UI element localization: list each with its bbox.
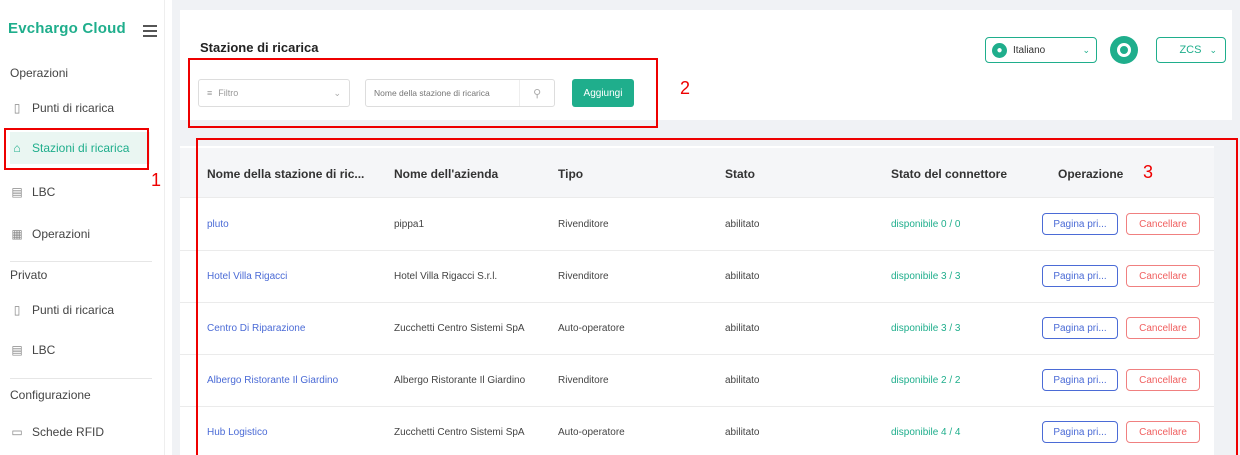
chevron-down-icon: ⌄ [1209,44,1217,55]
annotation-box-2 [188,58,658,128]
charger-icon: ▯ [13,303,21,317]
annotation-number-3: 3 [1143,162,1154,182]
divider [10,378,152,379]
sidebar-item-private-punti-di-ricarica[interactable]: ▯ Punti di ricarica [10,294,150,326]
user-value: ZCS [1179,44,1202,56]
sidebar-item-label: LBC [32,343,56,357]
globe-icon: ● [992,42,1007,58]
chevron-down-icon: ⌄ [1082,44,1090,55]
charger-icon: ▯ [13,101,21,115]
section-configurazione: Configurazione [10,388,91,402]
user-select[interactable]: ZCS ⌄ [1156,37,1226,63]
sidebar-item-operazioni[interactable]: ▦ Operazioni [10,218,150,250]
sidebar-item-label: Punti di ricarica [32,101,115,115]
avatar[interactable] [1110,36,1138,64]
lbc-icon: ▤ [11,185,23,199]
lbc-icon: ▤ [11,343,23,357]
sidebar-item-punti-di-ricarica[interactable]: ▯ Punti di ricarica [10,92,150,124]
sidebar-item-label: LBC [32,185,56,199]
sidebar-item-label: Schede RFID [32,425,105,439]
sidebar-item-private-lbc[interactable]: ▤ LBC [10,334,150,366]
sidebar-item-label: Punti di ricarica [32,303,115,317]
annotation-number-1: 1 [151,170,162,190]
card-icon: ▭ [11,425,23,439]
menu-icon[interactable] [143,25,157,37]
section-operazioni: Operazioni [10,66,69,80]
divider [10,261,152,262]
sidebar-item-lbc[interactable]: ▤ LBC [10,176,150,208]
language-select[interactable]: ● Italiano ⌄ [985,37,1097,63]
annotation-box-3 [196,138,1238,455]
sidebar-item-label: Operazioni [32,227,91,241]
operations-icon: ▦ [11,227,23,241]
annotation-number-2: 2 [680,78,691,98]
language-value: Italiano [1013,44,1046,56]
sidebar: Evchargo Cloud Operazioni ▯ Punti di ric… [0,0,165,455]
page-title: Stazione di ricarica [200,40,319,55]
sidebar-item-schede-rfid[interactable]: ▭ Schede RFID [10,416,150,448]
section-privato: Privato [10,268,48,282]
app-logo: Evchargo Cloud [8,20,126,37]
annotation-box-1 [4,128,149,170]
